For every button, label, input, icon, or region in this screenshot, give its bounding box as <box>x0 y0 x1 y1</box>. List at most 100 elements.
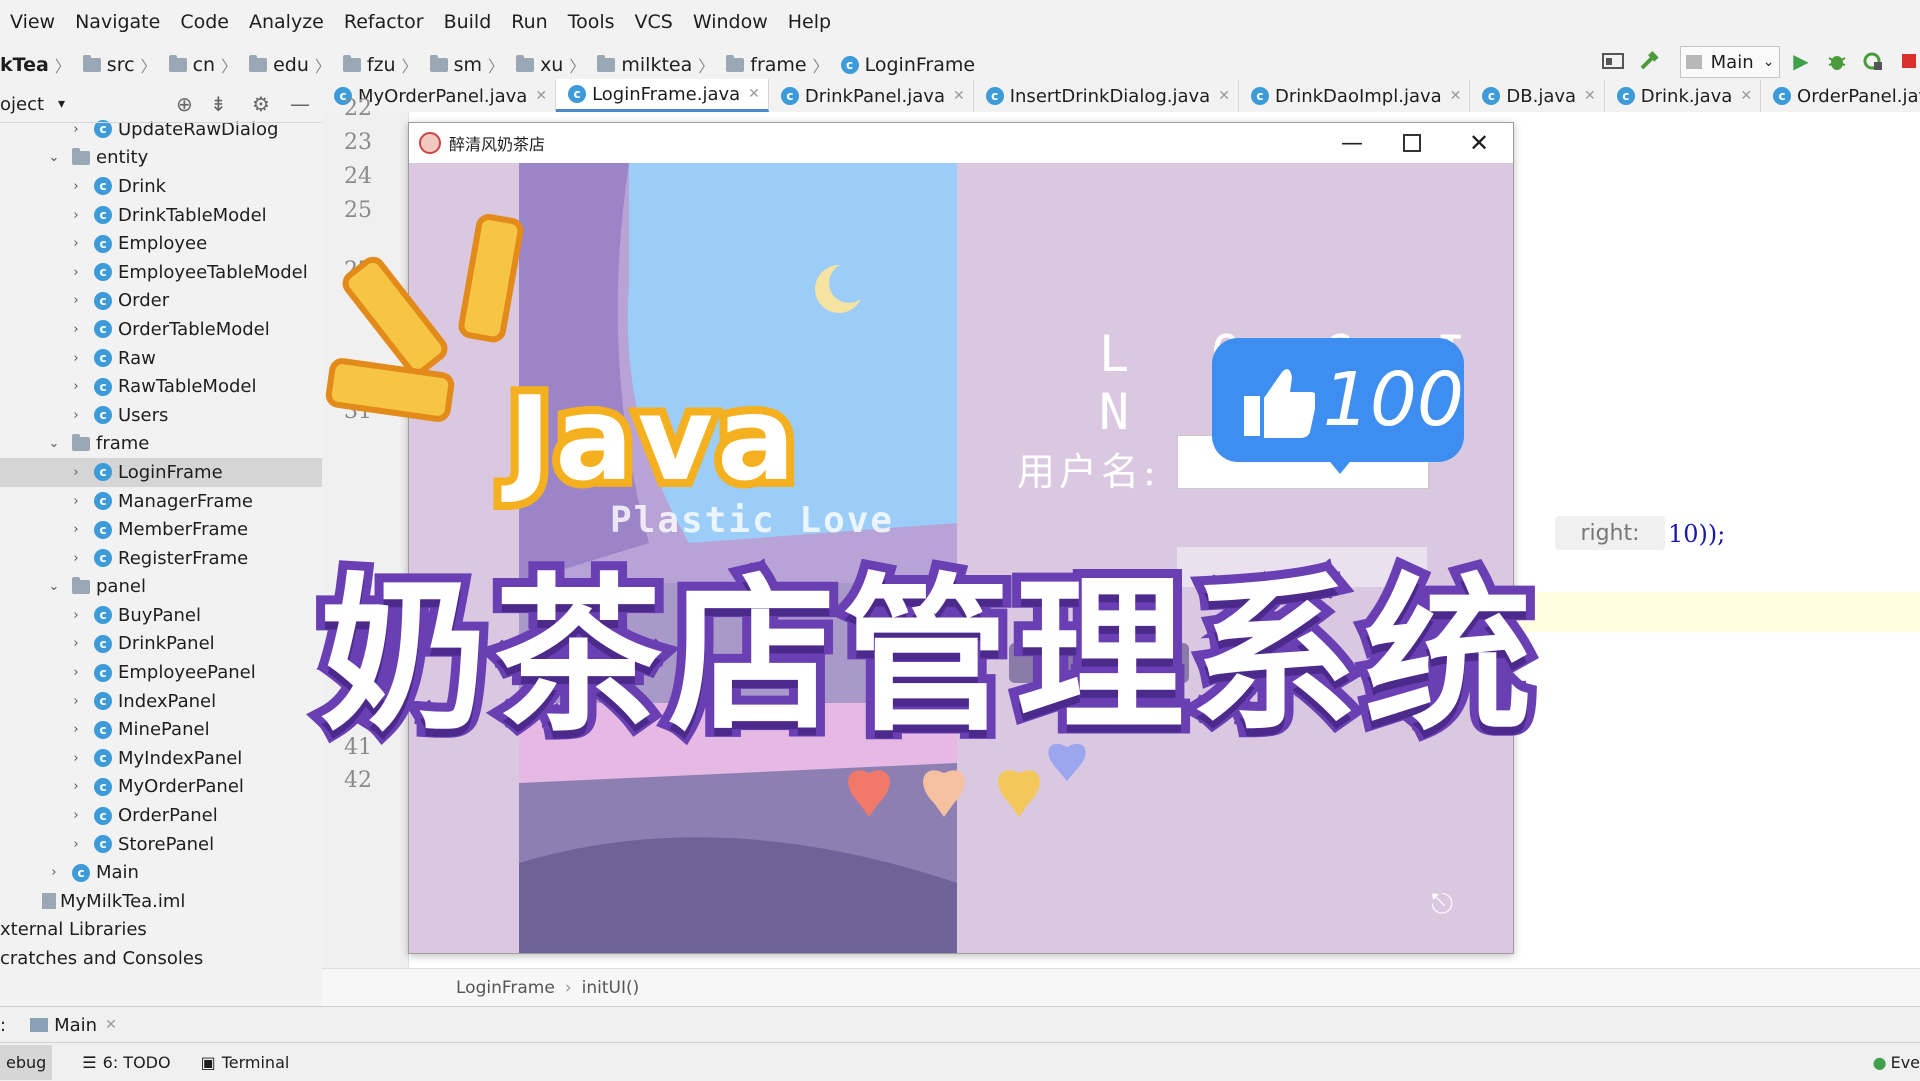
project-tree-item[interactable]: › c Order <box>0 287 322 316</box>
nav-crumb[interactable]: frame 〉 <box>718 53 829 77</box>
chevron-right-icon[interactable]: › <box>66 551 86 566</box>
menu-run[interactable]: Run <box>501 11 557 33</box>
run-config-select[interactable]: Main ⌄ <box>1680 46 1780 78</box>
project-tree-item[interactable]: xternal Libraries <box>0 916 322 945</box>
project-structure-icon[interactable] <box>1600 48 1626 74</box>
close-icon[interactable]: ✕ <box>953 88 965 104</box>
project-tree-item[interactable]: › c Raw <box>0 344 322 373</box>
project-tree-item[interactable]: › c EmployeePanel <box>0 658 322 687</box>
chevron-right-icon[interactable]: › <box>66 636 86 651</box>
editor-tab[interactable]: c LoginFrame.java ✕ <box>556 79 769 112</box>
debug-bug-icon[interactable] <box>1824 48 1850 74</box>
chevron-right-icon[interactable]: › <box>66 837 86 852</box>
exit-icon[interactable]: ⎋ <box>1431 887 1453 921</box>
project-tree-item[interactable]: › c DrinkTableModel <box>0 201 322 230</box>
menu-window[interactable]: Window <box>683 11 778 33</box>
project-tree-item[interactable]: › c EmployeeTableModel <box>0 258 322 287</box>
close-icon[interactable]: ✕ <box>1218 88 1230 104</box>
project-tree-item[interactable]: › c DrinkPanel <box>0 630 322 659</box>
chevron-right-icon[interactable]: › <box>66 122 86 137</box>
minimize-window-button[interactable]: — <box>1341 131 1363 156</box>
chevron-down-icon[interactable]: ⌄ <box>44 150 64 165</box>
project-tree-item[interactable]: › c RawTableModel <box>0 372 322 401</box>
build-hammer-icon[interactable] <box>1636 48 1662 74</box>
nav-crumb[interactable]: cn 〉 <box>161 53 237 77</box>
close-icon[interactable]: ✕ <box>1450 88 1462 104</box>
profile-icon[interactable] <box>1860 48 1886 74</box>
menu-navigate[interactable]: Navigate <box>65 11 170 33</box>
project-tree-item[interactable]: cratches and Consoles <box>0 944 322 973</box>
locate-icon[interactable]: ⊕ <box>176 92 193 116</box>
project-tree-item[interactable]: ⌄ frame <box>0 430 322 459</box>
breadcrumb-method[interactable]: initUI() <box>582 978 640 998</box>
nav-crumb[interactable]: c LoginFrame <box>833 54 975 76</box>
chevron-right-icon[interactable]: › <box>66 408 86 423</box>
close-icon[interactable]: ✕ <box>748 86 760 102</box>
chevron-right-icon[interactable]: › <box>66 236 86 251</box>
menu-vcs[interactable]: VCS <box>625 11 683 33</box>
chevron-right-icon[interactable]: › <box>66 722 86 737</box>
menu-code[interactable]: Code <box>170 11 239 33</box>
project-tree-item[interactable]: › c MemberFrame <box>0 515 322 544</box>
project-tree-item[interactable]: ⌄ panel <box>0 573 322 602</box>
close-window-button[interactable]: ✕ <box>1469 129 1489 157</box>
nav-crumb[interactable]: xu 〉 <box>508 53 585 77</box>
editor-tab[interactable]: c InsertDrinkDialog.java ✕ <box>974 80 1239 112</box>
project-tree-item[interactable]: › c ManagerFrame <box>0 487 322 516</box>
project-tree-item[interactable]: MyMilkTea.iml <box>0 887 322 916</box>
chevron-right-icon[interactable]: › <box>66 751 86 766</box>
menu-help[interactable]: Help <box>778 11 841 33</box>
project-tree-item[interactable]: › c Drink <box>0 172 322 201</box>
project-tree-item[interactable]: › c RegisterFrame <box>0 544 322 573</box>
project-tree-item[interactable]: › c Main <box>0 858 322 887</box>
stop-icon[interactable] <box>1896 48 1920 74</box>
chevron-right-icon[interactable]: › <box>66 208 86 223</box>
chevron-down-icon[interactable]: ⌄ <box>44 579 64 594</box>
menu-build[interactable]: Build <box>434 11 502 33</box>
project-view-label[interactable]: oject <box>0 94 44 115</box>
chevron-right-icon[interactable]: › <box>66 665 86 680</box>
chevron-right-icon[interactable]: › <box>66 494 86 509</box>
chevron-right-icon[interactable]: › <box>66 179 86 194</box>
project-tree-item[interactable]: › c IndexPanel <box>0 687 322 716</box>
chevron-right-icon[interactable]: › <box>66 522 86 537</box>
project-tree-item[interactable]: › c OrderTableModel <box>0 315 322 344</box>
nav-crumb[interactable]: sm 〉 <box>422 53 504 77</box>
breadcrumb-class[interactable]: LoginFrame <box>456 978 555 998</box>
close-icon[interactable]: ✕ <box>535 88 547 104</box>
minimize-icon[interactable]: — <box>290 92 310 116</box>
editor-tab[interactable]: c DB.java ✕ <box>1470 80 1605 112</box>
todo-tab[interactable]: 6: TODO <box>103 1053 171 1072</box>
nav-crumb[interactable]: edu 〉 <box>241 53 331 77</box>
close-icon[interactable]: ✕ <box>105 1017 117 1033</box>
project-tree-item[interactable]: › c MinePanel <box>0 715 322 744</box>
menu-view[interactable]: View <box>0 11 65 33</box>
chevron-right-icon[interactable]: › <box>66 465 86 480</box>
project-tree-item[interactable]: › c LoginFrame <box>0 458 322 487</box>
chevron-right-icon[interactable]: › <box>44 865 64 880</box>
chevron-right-icon[interactable]: › <box>66 608 86 623</box>
gear-icon[interactable]: ⚙ <box>252 92 270 116</box>
chevron-right-icon[interactable]: › <box>66 379 86 394</box>
run-tab[interactable]: Main ✕ <box>30 1015 117 1036</box>
chevron-right-icon[interactable]: › <box>66 265 86 280</box>
nav-crumb[interactable]: kTea 〉 <box>0 53 71 77</box>
menu-tools[interactable]: Tools <box>558 11 625 33</box>
chevron-right-icon[interactable]: › <box>66 779 86 794</box>
project-tree-item[interactable]: › c StorePanel <box>0 830 322 859</box>
event-log-tab[interactable]: Eve <box>1891 1053 1920 1072</box>
project-tree-item[interactable]: › c BuyPanel <box>0 601 322 630</box>
project-tree-item[interactable]: › c MyOrderPanel <box>0 773 322 802</box>
debug-tab[interactable]: ebug <box>0 1044 53 1080</box>
project-tree-item[interactable]: › c Users <box>0 401 322 430</box>
run-icon[interactable]: ▶ <box>1788 48 1814 74</box>
editor-tab[interactable]: c DrinkPanel.java ✕ <box>769 80 974 112</box>
editor-tab[interactable]: c Drink.java ✕ <box>1605 80 1762 112</box>
chevron-right-icon[interactable]: › <box>66 322 86 337</box>
editor-tab[interactable]: cOrderPanel.java✕ <box>1761 80 1920 112</box>
menu-analyze[interactable]: Analyze <box>239 11 334 33</box>
close-icon[interactable]: ✕ <box>1740 88 1752 104</box>
close-icon[interactable]: ✕ <box>1584 88 1596 104</box>
chevron-down-icon[interactable]: ⌄ <box>44 436 64 451</box>
chevron-right-icon[interactable]: › <box>66 351 86 366</box>
